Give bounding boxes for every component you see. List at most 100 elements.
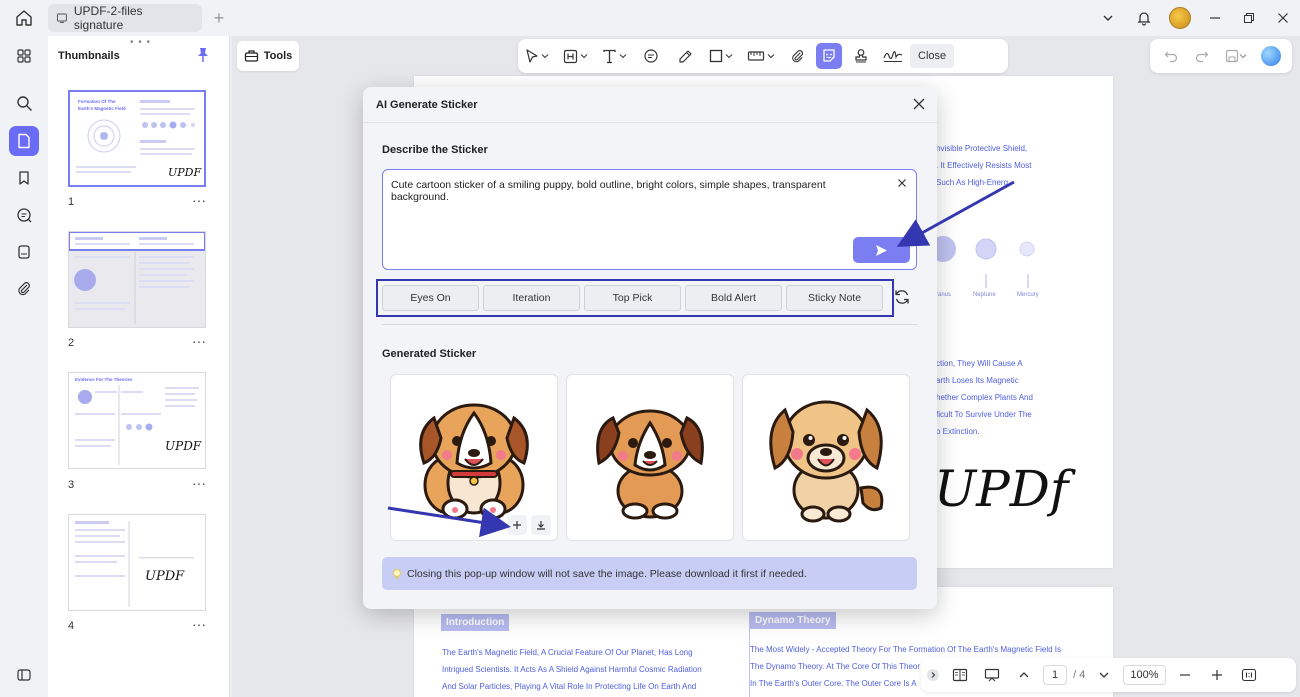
close-window-button[interactable]	[1266, 0, 1300, 36]
rail-search[interactable]	[9, 88, 39, 118]
send-icon	[876, 244, 887, 256]
thumbnail-page-4[interactable]: UPDF	[68, 514, 206, 611]
page-icon	[18, 133, 30, 149]
tab-title: UPDF-2-files signature	[73, 4, 143, 32]
save-warning: Closing this pop-up window will not save…	[382, 557, 917, 590]
rail-organize[interactable]	[9, 41, 39, 71]
signature: UPDf	[934, 460, 1069, 518]
thumbnail-more-button[interactable]: ···	[192, 616, 206, 632]
planet-label: Mercury	[1017, 292, 1039, 298]
panel-grip[interactable]: • • •	[130, 37, 151, 48]
textbox-tool[interactable]	[560, 43, 591, 69]
sticker-card-1[interactable]	[390, 374, 558, 541]
chip-bold-alert[interactable]: Bold Alert	[685, 285, 782, 311]
account-button[interactable]	[1162, 0, 1198, 36]
chevron-down-icon	[767, 54, 775, 59]
stamp-tool[interactable]	[848, 43, 874, 69]
tab-list-button[interactable]	[1090, 0, 1126, 36]
stamp-icon	[855, 49, 867, 63]
minimize-icon	[1210, 17, 1220, 19]
sticker-tool[interactable]	[816, 43, 842, 69]
chip-top-pick[interactable]: Top Pick	[584, 285, 681, 311]
comment-tool[interactable]	[638, 43, 664, 69]
document-tab[interactable]: UPDF-2-files signature	[48, 4, 202, 32]
thumbnails-title: Thumbnails	[58, 50, 120, 62]
undo-button[interactable]	[1158, 43, 1184, 69]
generated-label: Generated Sticker	[382, 348, 477, 360]
new-tab-button[interactable]: +	[202, 4, 236, 32]
tools-button[interactable]: Tools	[237, 41, 299, 71]
page-text-line: hether Complex Plants And	[936, 393, 1033, 402]
insert-sticker-button[interactable]	[507, 515, 527, 535]
measure-tool[interactable]	[744, 43, 778, 69]
pin-button[interactable]	[196, 47, 210, 63]
rail-bookmarks[interactable]	[9, 163, 39, 193]
pencil-tool[interactable]	[672, 43, 698, 69]
clear-prompt-button[interactable]	[897, 178, 907, 188]
redo-button[interactable]	[1189, 43, 1215, 69]
thumbnail-more-button[interactable]: ···	[192, 192, 206, 208]
card-actions	[507, 515, 551, 535]
thumbnail-more-button[interactable]: ···	[192, 333, 206, 349]
book-icon	[952, 668, 968, 682]
actual-size-button[interactable]	[1236, 662, 1262, 688]
prompt-text[interactable]: Cute cartoon sticker of a smiling puppy,…	[391, 179, 886, 203]
thumbnail-page-1[interactable]: Formation Of The Earth's Magnetic Field …	[68, 90, 206, 187]
chevron-up-icon	[1019, 672, 1029, 678]
maximize-button[interactable]	[1232, 0, 1266, 36]
thumbnail-graphic	[69, 232, 205, 324]
thumbnail-number: 4	[68, 620, 75, 632]
chip-sticky-note[interactable]: Sticky Note	[786, 285, 883, 311]
refresh-icon	[895, 290, 909, 304]
sticker-card-2[interactable]	[566, 374, 734, 541]
chevron-down-icon	[1239, 54, 1247, 59]
collapse-bar-button[interactable]	[925, 662, 941, 688]
page-text-line: Intrigued Scientists. It Acts As A Shiel…	[442, 665, 702, 674]
download-sticker-button[interactable]	[531, 515, 551, 535]
zoom-level[interactable]: 100%	[1123, 665, 1166, 685]
page-text-line: The Dynamo Theory. At The Core Of This T…	[750, 662, 921, 671]
notifications-button[interactable]	[1126, 0, 1162, 36]
rail-comments[interactable]	[9, 200, 39, 230]
sticker-card-3[interactable]	[742, 374, 910, 541]
divider	[382, 324, 918, 325]
previous-page-button[interactable]	[1011, 662, 1037, 688]
plus-icon	[513, 521, 521, 529]
dialog-close-button[interactable]	[912, 97, 926, 111]
shape-tool[interactable]	[706, 43, 736, 69]
minimize-button[interactable]	[1198, 0, 1232, 36]
thumbnail-page-3[interactable]: Evidence For The Theories UPDF	[68, 372, 206, 469]
chip-iteration[interactable]: Iteration	[483, 285, 580, 311]
refresh-suggestions-button[interactable]	[893, 288, 911, 306]
restore-icon	[1244, 13, 1254, 23]
next-page-button[interactable]	[1091, 662, 1117, 688]
rail-thumbnails[interactable]	[9, 126, 39, 156]
zoom-out-button[interactable]	[1172, 662, 1198, 688]
zoom-in-button[interactable]	[1204, 662, 1230, 688]
presentation-button[interactable]	[979, 662, 1005, 688]
save-button[interactable]	[1219, 43, 1253, 69]
ai-assistant-button[interactable]	[1258, 43, 1284, 69]
close-tools-button[interactable]: Close	[910, 44, 955, 68]
signature-tool[interactable]	[880, 43, 906, 69]
chip-eyes-on[interactable]: Eyes On	[382, 285, 479, 311]
signature-icon	[883, 51, 903, 62]
page-layout-button[interactable]	[947, 662, 973, 688]
generate-button[interactable]	[853, 237, 910, 263]
rail-sidebar-toggle[interactable]	[9, 660, 39, 690]
search-icon	[16, 95, 32, 111]
select-tool[interactable]	[522, 43, 552, 69]
attachment-tool[interactable]	[784, 43, 810, 69]
thumbnail-more-button[interactable]: ···	[192, 475, 206, 491]
text-tool[interactable]	[599, 43, 630, 69]
thumbnail-page-2[interactable]	[68, 231, 206, 328]
title-bar: UPDF-2-files signature +	[0, 0, 1300, 36]
prompt-input[interactable]: Cute cartoon sticker of a smiling puppy,…	[382, 169, 917, 270]
home-button[interactable]	[0, 0, 48, 36]
introduction-heading: Introduction	[441, 614, 510, 631]
page-number-input[interactable]: 1	[1043, 665, 1068, 685]
describe-label: Describe the Sticker	[382, 144, 488, 156]
rail-attachments[interactable]	[9, 274, 39, 304]
rail-layers[interactable]	[9, 237, 39, 267]
dynamo-heading: Dynamo Theory	[750, 612, 836, 629]
